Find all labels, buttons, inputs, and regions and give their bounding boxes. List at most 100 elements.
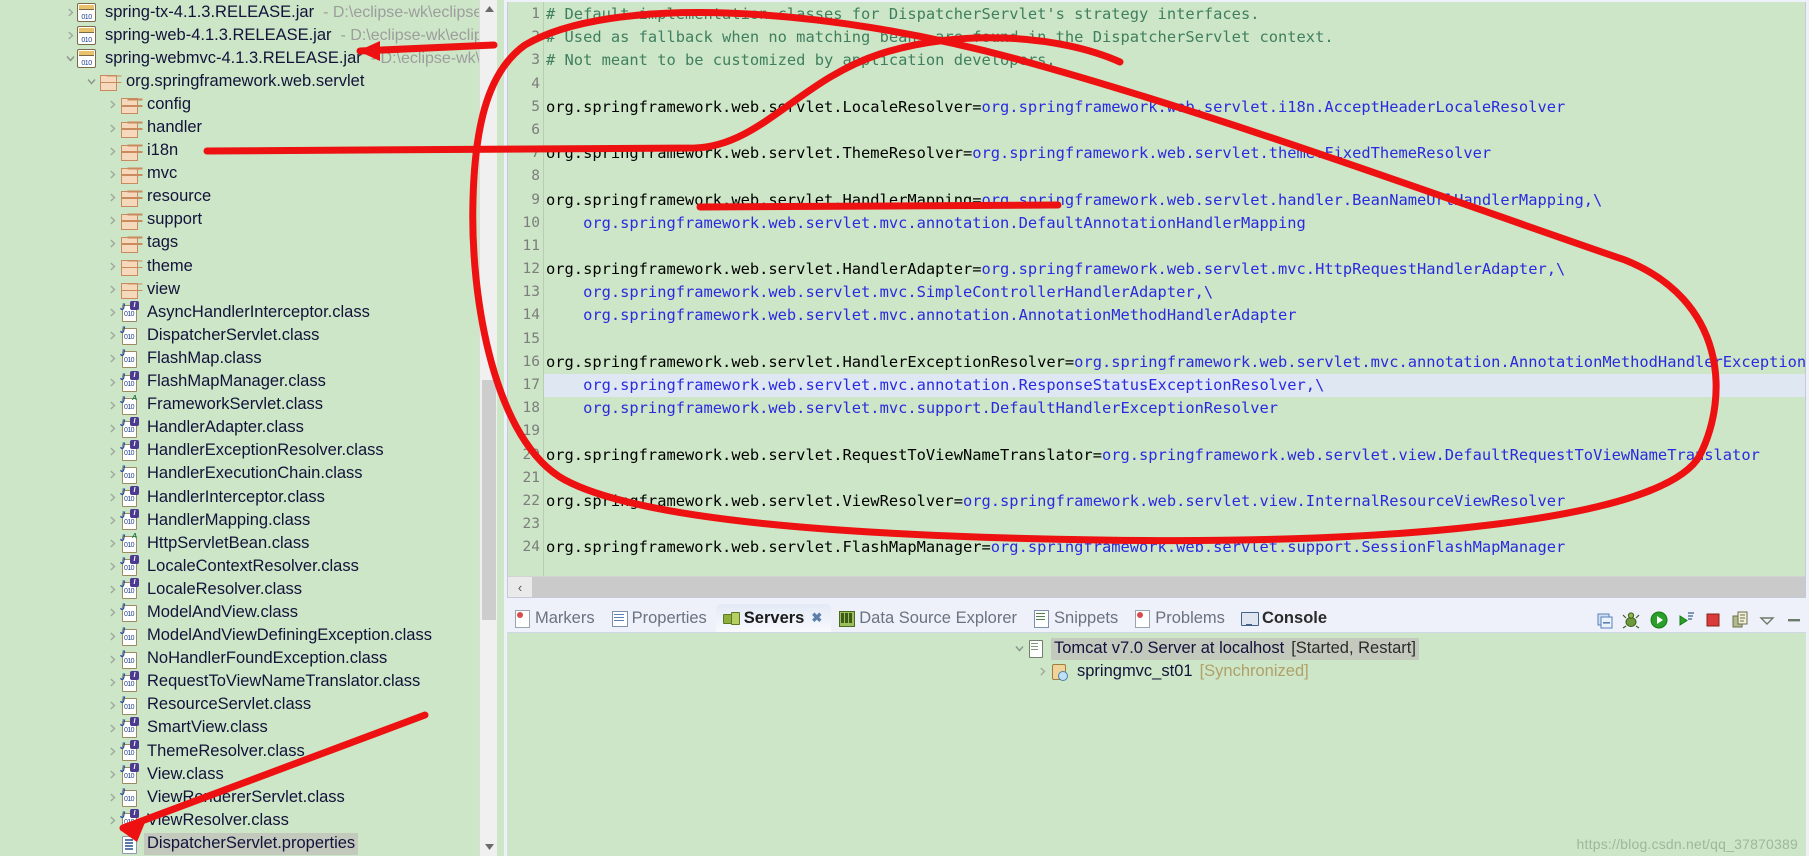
tree-twisty-collapsed[interactable]: [106, 608, 119, 617]
tree-twisty-collapsed[interactable]: [106, 493, 119, 502]
server-tree-row[interactable]: springmvc_st01 [Synchronized]: [507, 660, 1806, 683]
code-line[interactable]: [544, 513, 1805, 536]
code-line[interactable]: # Not meant to be customized by applicat…: [544, 49, 1805, 72]
code-line[interactable]: org.springframework.web.servlet.ThemeRes…: [544, 142, 1805, 165]
tree-item[interactable]: J ModelAndView.class: [0, 601, 497, 624]
tree-twisty-collapsed[interactable]: [106, 770, 119, 779]
code-line[interactable]: [544, 328, 1805, 351]
tree-item[interactable]: JI HandlerMapping.class: [0, 509, 497, 532]
tree-twisty-collapsed[interactable]: [106, 655, 119, 664]
tree-twisty-collapsed[interactable]: [64, 31, 77, 40]
tree-twisty-collapsed[interactable]: [106, 562, 119, 571]
tree-item[interactable]: JI RequestToViewNameTranslator.class: [0, 670, 497, 694]
tree-item[interactable]: JI View.class: [0, 763, 497, 786]
new-server-icon[interactable]: [1595, 610, 1615, 630]
scroll-up-arrow[interactable]: [480, 0, 497, 18]
tree-item[interactable]: J FlashMap.class: [0, 347, 497, 370]
tree-twisty-collapsed[interactable]: [106, 747, 119, 756]
tree-item[interactable]: support: [0, 209, 497, 232]
view-tab[interactable]: Console: [1234, 604, 1336, 632]
minimize-icon[interactable]: [1784, 610, 1804, 630]
code-line[interactable]: [544, 420, 1805, 443]
code-line[interactable]: org.springframework.web.servlet.mvc.Simp…: [544, 281, 1805, 304]
scroll-down-arrow[interactable]: [480, 838, 497, 856]
tree-item[interactable]: spring-tx-4.1.3.RELEASE.jar - D:\eclipse-…: [0, 1, 497, 24]
tree-item[interactable]: JI LocaleContextResolver.class: [0, 555, 497, 578]
code-line[interactable]: org.springframework.web.servlet.mvc.anno…: [544, 304, 1805, 327]
hscroll-left-arrow[interactable]: ‹: [508, 577, 532, 597]
code-line[interactable]: # Default implementation classes for Dis…: [544, 3, 1805, 26]
view-tab[interactable]: Properties: [604, 604, 716, 632]
tree-item[interactable]: JI HandlerExceptionResolver.class: [0, 439, 497, 463]
tree-item[interactable]: mvc: [0, 163, 497, 186]
tree-twisty-collapsed[interactable]: [106, 262, 119, 271]
tree-twisty-collapsed[interactable]: [106, 100, 119, 109]
tree-twisty-collapsed[interactable]: [106, 331, 119, 340]
tree-twisty-collapsed[interactable]: [106, 424, 119, 433]
tree-twisty-collapsed[interactable]: [106, 678, 119, 687]
code-viewport[interactable]: 1 2 3 4 5 6 7 8 9 10 11 12 13 14 15 16 17 18 19 20 21 22 23 24 …: [508, 2, 1805, 576]
code-line[interactable]: org.springframework.web.servlet.FlashMap…: [544, 536, 1805, 559]
view-tabs[interactable]: Markers Properties Servers ✖ Data Source Exp…: [507, 604, 1336, 632]
tree-twisty-collapsed[interactable]: [106, 793, 119, 802]
package-explorer-view[interactable]: spring-tx-4.1.3.RELEASE.jar - D:\eclipse-…: [0, 0, 497, 856]
code-line[interactable]: org.springframework.web.servlet.ViewReso…: [544, 490, 1805, 513]
tree-item[interactable]: config: [0, 93, 497, 116]
tree-twisty-collapsed[interactable]: [106, 447, 119, 456]
code-line[interactable]: [544, 73, 1805, 96]
tree-item[interactable]: JI ViewResolver.class: [0, 809, 497, 832]
scrollbar-thumb[interactable]: [482, 380, 496, 620]
code-line[interactable]: org.springframework.web.servlet.mvc.supp…: [544, 397, 1805, 420]
editor-horizontal-scrollbar[interactable]: ‹: [508, 576, 1805, 597]
tree-item[interactable]: tags: [0, 232, 497, 255]
view-menu-icon[interactable]: [1757, 610, 1777, 630]
tree-twisty-expanded[interactable]: [64, 54, 77, 63]
start-icon[interactable]: [1649, 610, 1669, 630]
tree-item[interactable]: i18n: [0, 140, 497, 163]
tree-item[interactable]: JA HttpServletBean.class: [0, 532, 497, 555]
tree-twisty-expanded[interactable]: [85, 77, 98, 86]
code-line[interactable]: org.springframework.web.servlet.HandlerA…: [544, 258, 1805, 281]
view-tab[interactable]: Data Source Explorer: [831, 604, 1026, 632]
tree-twisty-collapsed[interactable]: [106, 539, 119, 548]
tree-twisty-collapsed[interactable]: [106, 724, 119, 733]
tree-item[interactable]: J ModelAndViewDefiningException.class: [0, 625, 497, 648]
view-tab[interactable]: Markers: [507, 604, 604, 632]
tree-item[interactable]: JI HandlerAdapter.class: [0, 416, 497, 440]
tree-twisty-collapsed[interactable]: [106, 470, 119, 479]
tree-item[interactable]: JI LocaleResolver.class: [0, 578, 497, 601]
view-tab[interactable]: Snippets: [1026, 604, 1127, 632]
tree-item[interactable]: JI SmartView.class: [0, 716, 497, 740]
tree-item[interactable]: JI ThemeResolver.class: [0, 740, 497, 763]
servers-tree-rows[interactable]: Tomcat v7.0 Server at localhost [Started,…: [507, 637, 1806, 683]
tree-item[interactable]: view: [0, 278, 497, 301]
explorer-vertical-scrollbar[interactable]: [479, 0, 497, 856]
tree-item[interactable]: J NoHandlerFoundException.class: [0, 648, 497, 671]
code-line[interactable]: [544, 467, 1805, 490]
tree-twisty-collapsed[interactable]: [106, 239, 119, 248]
tree-twisty-collapsed[interactable]: [106, 216, 119, 225]
view-tab[interactable]: Servers ✖: [715, 604, 832, 632]
tree-twisty-collapsed[interactable]: [106, 170, 119, 179]
code-line[interactable]: [544, 165, 1805, 188]
tree-twisty-collapsed[interactable]: [106, 516, 119, 525]
close-icon[interactable]: ✖: [811, 610, 822, 626]
code-line[interactable]: org.springframework.web.servlet.LocaleRe…: [544, 96, 1805, 119]
tree-item[interactable]: org.springframework.web.servlet: [0, 70, 497, 93]
code-line[interactable]: # Used as fallback when no matching bean…: [544, 26, 1805, 49]
debug-icon[interactable]: [1622, 610, 1642, 630]
code-line[interactable]: org.springframework.web.servlet.HandlerE…: [544, 351, 1805, 374]
tree-twisty-collapsed[interactable]: [106, 147, 119, 156]
view-toolbar[interactable]: [1595, 610, 1804, 630]
tree-item[interactable]: spring-webmvc-4.1.3.RELEASE.jar- D:\ecli…: [0, 47, 497, 70]
package-explorer-tree[interactable]: spring-tx-4.1.3.RELEASE.jar - D:\eclipse-…: [0, 0, 497, 855]
tree-item[interactable]: DispatcherServlet.properties: [0, 832, 497, 855]
servers-tree[interactable]: Tomcat v7.0 Server at localhost [Started,…: [507, 633, 1806, 856]
tree-twisty-collapsed[interactable]: [106, 816, 119, 825]
tree-item[interactable]: handler: [0, 116, 497, 139]
tree-twisty-collapsed[interactable]: [1036, 667, 1049, 676]
code-line[interactable]: [544, 235, 1805, 258]
tree-twisty-collapsed[interactable]: [64, 8, 77, 17]
code-text[interactable]: # Default implementation classes for Dis…: [544, 2, 1805, 576]
tree-item[interactable]: J ResourceServlet.class: [0, 694, 497, 717]
